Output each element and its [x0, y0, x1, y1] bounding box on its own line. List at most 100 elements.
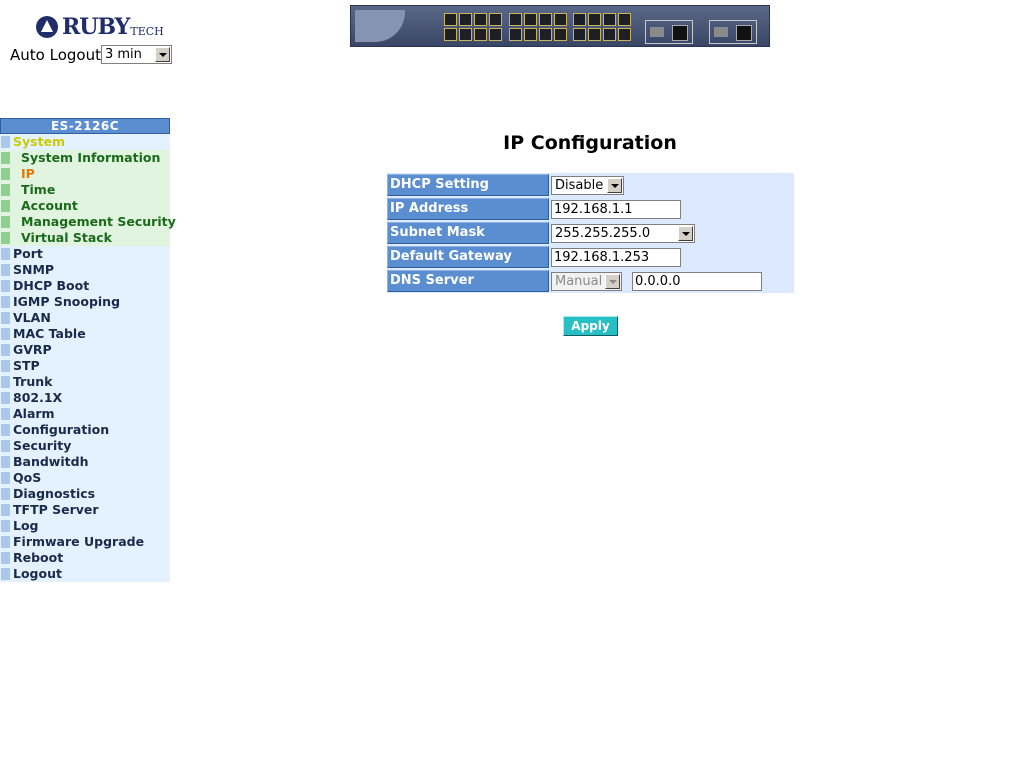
rj45-icon — [736, 25, 752, 41]
ip-address-row: IP Address 192.168.1.1 — [387, 197, 794, 221]
port-icon — [474, 28, 487, 41]
port-icon — [444, 28, 457, 41]
chevron-down-icon[interactable] — [154, 47, 170, 62]
sidebar-item-system-information[interactable]: System Information — [0, 150, 170, 166]
auto-logout: Auto Logout 3 min — [10, 45, 172, 64]
subnet-mask-row: Subnet Mask 255.255.255.0 — [387, 221, 794, 245]
port-group-1 — [444, 13, 502, 41]
sidebar-item-alarm[interactable]: Alarm — [0, 406, 170, 422]
port-icon — [524, 13, 537, 26]
sidebar-item-time[interactable]: Time — [0, 182, 170, 198]
dns-mode-value: Manual — [555, 273, 603, 289]
sidebar-item-virtual-stack[interactable]: Virtual Stack — [0, 230, 170, 246]
sidebar-item-igmp-snooping[interactable]: IGMP Snooping — [0, 294, 170, 310]
port-icon — [539, 13, 552, 26]
sidebar-items: System System Information IP Time Account Man… — [0, 134, 176, 582]
sidebar-item-port[interactable]: Port — [0, 246, 170, 262]
ip-address-input[interactable]: 192.168.1.1 — [551, 199, 681, 219]
port-icon — [573, 13, 586, 26]
default-gateway-row: Default Gateway 192.168.1.253 — [387, 245, 794, 269]
default-gateway-label: Default Gateway — [387, 246, 549, 268]
sidebar-item-dhcp-boot[interactable]: DHCP Boot — [0, 278, 170, 294]
subnet-mask-select[interactable]: 255.255.255.0 — [551, 223, 695, 243]
page-title: IP Configuration — [503, 132, 677, 154]
ip-address-label: IP Address — [387, 198, 549, 220]
port-icon — [618, 13, 631, 26]
apply-button[interactable]: Apply — [563, 316, 618, 336]
sidebar-item-reboot[interactable]: Reboot — [0, 550, 170, 566]
sidebar-item-ip[interactable]: IP — [0, 166, 170, 182]
dns-server-label: DNS Server — [387, 270, 549, 292]
sidebar-item-qos[interactable]: QoS — [0, 470, 170, 486]
port-icon — [489, 28, 502, 41]
sfp-slot-icon — [650, 27, 664, 37]
port-icon — [509, 13, 522, 26]
device-brand-badge — [355, 10, 405, 42]
chevron-down-icon — [605, 273, 620, 289]
switch-front-panel-image — [350, 5, 770, 47]
dhcp-setting-label: DHCP Setting — [387, 174, 549, 196]
sidebar-header: ES-2126C — [0, 118, 170, 134]
chevron-down-icon[interactable] — [678, 225, 693, 241]
sidebar-item-log[interactable]: Log — [0, 518, 170, 534]
sfp-slot-icon — [714, 27, 728, 37]
port-icon — [588, 28, 601, 41]
port-icon — [539, 28, 552, 41]
port-group-2 — [509, 13, 567, 41]
auto-logout-value: 3 min — [104, 47, 142, 62]
sidebar-nav: ES-2126C System System Information IP Time A… — [0, 118, 176, 582]
port-icon — [459, 28, 472, 41]
dns-server-input[interactable]: 0.0.0.0 — [632, 271, 762, 291]
dns-mode-select: Manual — [551, 271, 622, 291]
ip-config-form: DHCP Setting Disable IP Address 192.168.… — [387, 173, 794, 293]
sidebar-item-trunk[interactable]: Trunk — [0, 374, 170, 390]
dhcp-setting-row: DHCP Setting Disable — [387, 173, 794, 197]
port-icon — [524, 28, 537, 41]
sidebar-item-mac-table[interactable]: MAC Table — [0, 326, 170, 342]
port-icon — [489, 13, 502, 26]
sidebar-item-diagnostics[interactable]: Diagnostics — [0, 486, 170, 502]
port-icon — [509, 28, 522, 41]
rj45-icon — [672, 25, 688, 41]
port-icon — [444, 13, 457, 26]
sidebar-item-system[interactable]: System — [0, 134, 170, 150]
port-icon — [573, 28, 586, 41]
port-icon — [618, 28, 631, 41]
gigabit-port-2 — [709, 20, 757, 44]
auto-logout-label: Auto Logout — [10, 45, 101, 64]
sidebar-item-account[interactable]: Account — [0, 198, 170, 214]
sidebar-item-configuration[interactable]: Configuration — [0, 422, 170, 438]
gigabit-port-1 — [645, 20, 693, 44]
sidebar-item-stp[interactable]: STP — [0, 358, 170, 374]
sidebar-item-bandwitdh[interactable]: Bandwitdh — [0, 454, 170, 470]
port-icon — [588, 13, 601, 26]
logo-text: RUBY — [62, 14, 130, 40]
logo-suffix: TECH — [130, 24, 164, 38]
logo-icon — [36, 16, 58, 38]
port-icon — [554, 13, 567, 26]
sidebar-item-gvrp[interactable]: GVRP — [0, 342, 170, 358]
sidebar-item-snmp[interactable]: SNMP — [0, 262, 170, 278]
dhcp-setting-select[interactable]: Disable — [551, 175, 624, 195]
port-icon — [603, 13, 616, 26]
sidebar-item-firmware-upgrade[interactable]: Firmware Upgrade — [0, 534, 170, 550]
sidebar-item-vlan[interactable]: VLAN — [0, 310, 170, 326]
dhcp-setting-value: Disable — [555, 177, 604, 193]
port-icon — [603, 28, 616, 41]
subnet-mask-value: 255.255.255.0 — [555, 225, 651, 241]
sidebar-item-management-security[interactable]: Management Security — [0, 214, 176, 230]
sidebar-item-802-1x[interactable]: 802.1X — [0, 390, 170, 406]
auto-logout-select[interactable]: 3 min — [100, 45, 172, 64]
sidebar-item-security[interactable]: Security — [0, 438, 170, 454]
port-icon — [459, 13, 472, 26]
default-gateway-input[interactable]: 192.168.1.253 — [551, 247, 681, 267]
dns-server-row: DNS Server Manual 0.0.0.0 — [387, 269, 794, 293]
subnet-mask-label: Subnet Mask — [387, 222, 549, 244]
sidebar-item-tftp-server[interactable]: TFTP Server — [0, 502, 170, 518]
chevron-down-icon[interactable] — [607, 177, 622, 193]
sidebar-item-logout[interactable]: Logout — [0, 566, 170, 582]
rubytech-logo: RUBY TECH — [36, 14, 164, 40]
port-icon — [474, 13, 487, 26]
port-icon — [554, 28, 567, 41]
port-group-3 — [573, 13, 631, 41]
